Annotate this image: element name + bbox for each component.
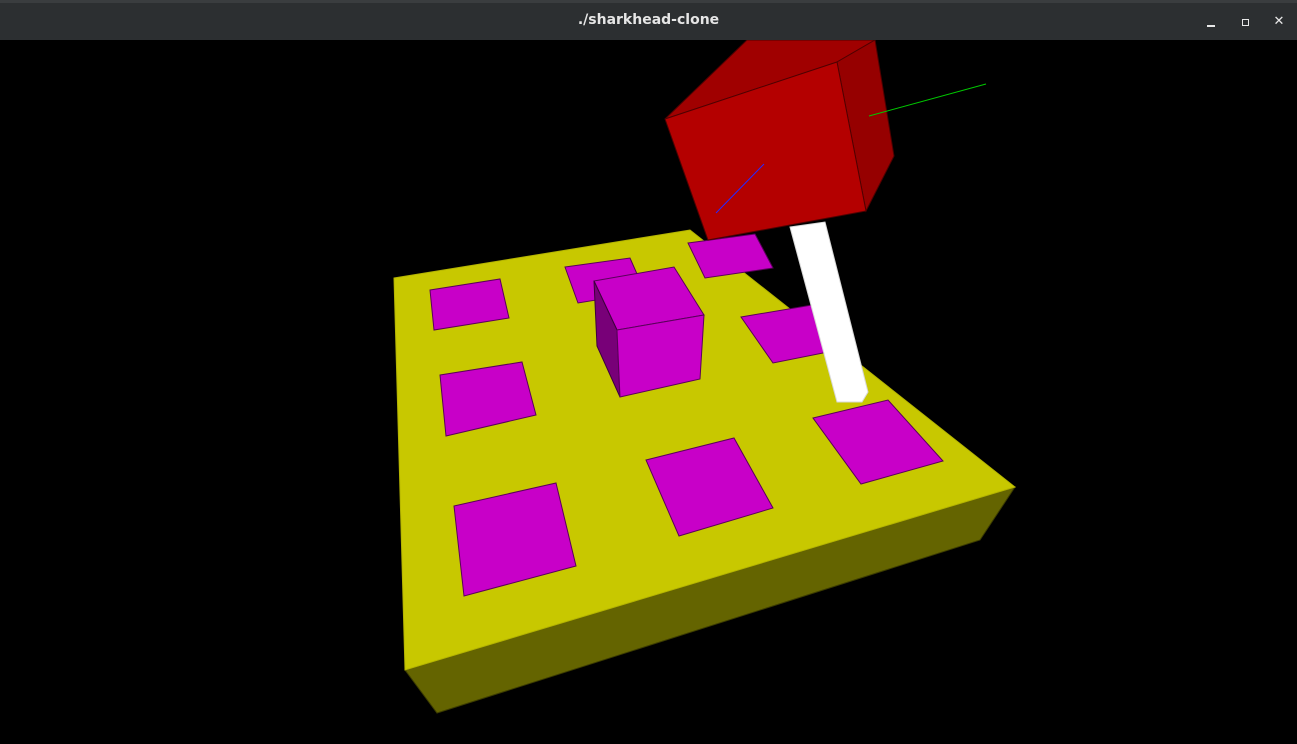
scene-canvas [393, 40, 1017, 714]
title-bar[interactable]: ./sharkhead-clone ✕ [0, 0, 1297, 40]
maximize-button[interactable] [1235, 12, 1255, 32]
window-title: ./sharkhead-clone [577, 12, 720, 28]
close-button[interactable]: ✕ [1269, 12, 1289, 32]
close-icon: ✕ [1273, 14, 1285, 29]
head-front-face [664, 61, 867, 241]
maximize-icon [1242, 19, 1249, 26]
app-window: ./sharkhead-clone ✕ [0, 0, 1297, 744]
axis-line-green [868, 83, 987, 117]
minimize-icon [1207, 25, 1215, 27]
minimize-button[interactable] [1201, 12, 1221, 32]
3d-viewport[interactable] [0, 40, 1297, 744]
